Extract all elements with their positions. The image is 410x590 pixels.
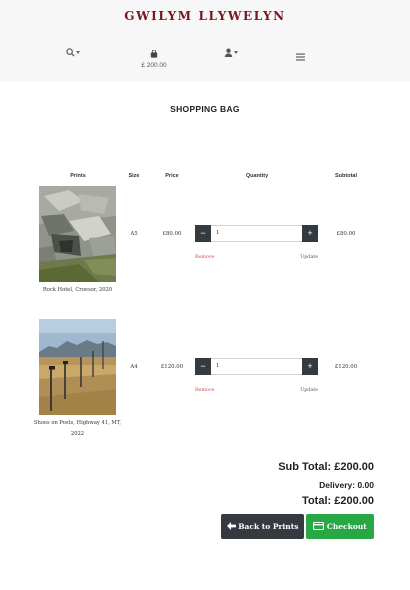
sub-total: Sub Total: £200.00 — [278, 461, 374, 473]
increment-button[interactable]: + — [302, 358, 318, 375]
delivery-cost: Delivery: 0.00 — [319, 480, 374, 490]
column-header-price: Price — [165, 173, 179, 179]
update-link[interactable]: Update — [288, 255, 318, 260]
remove-link[interactable]: Remove — [195, 388, 214, 393]
grand-total: Total: £200.00 — [302, 495, 374, 507]
page-title: SHOPPING BAG — [170, 104, 240, 114]
product-subtotal: £120.00 — [334, 364, 358, 370]
column-header-prints: Prints — [70, 173, 86, 179]
product-size: A4 — [130, 364, 138, 370]
product-size: A5 — [130, 231, 138, 237]
column-header-subtotal: Subtotal — [335, 173, 357, 179]
table-row: Rock Hotel, Croesor, 2020 A5 £80.00 − 1 … — [0, 186, 410, 316]
decrement-button[interactable]: − — [195, 225, 211, 242]
back-to-prints-label: Back to Prints — [238, 522, 299, 531]
shopping-bag-link[interactable]: £ 200.00 — [128, 49, 180, 69]
update-link[interactable]: Update — [288, 388, 318, 393]
quantity-input[interactable]: 1 — [211, 225, 302, 242]
hamburger-icon — [296, 53, 305, 61]
quantity-stepper: − 1 + — [195, 358, 318, 375]
product-price: £80.00 — [162, 231, 182, 237]
site-header: GWILYM LLYWELYN £ 200.00 — [0, 0, 410, 82]
remove-link[interactable]: Remove — [195, 255, 214, 260]
decrement-button[interactable]: − — [195, 358, 211, 375]
arrow-left-icon — [226, 522, 236, 530]
product-subtotal: £80.00 — [336, 231, 356, 237]
shopping-bag-icon — [150, 49, 158, 58]
minus-icon: − — [200, 228, 206, 238]
column-header-quantity: Quantity — [245, 173, 269, 179]
increment-button[interactable]: + — [302, 225, 318, 242]
account-dropdown[interactable] — [224, 48, 238, 58]
product-title[interactable]: Shoes on Posts, Highway 41, MT, 2022 — [30, 418, 125, 440]
plus-icon: + — [307, 361, 313, 371]
product-title[interactable]: Rock Hotel, Croesor, 2020 — [30, 285, 125, 296]
product-price: £120.00 — [160, 364, 184, 370]
product-image[interactable] — [39, 319, 116, 415]
search-dropdown[interactable] — [66, 48, 80, 58]
column-header-size: Size — [128, 173, 140, 179]
search-icon — [66, 48, 75, 57]
bag-total: £ 200.00 — [141, 62, 167, 69]
minus-icon: − — [200, 361, 206, 371]
checkout-label: Checkout — [326, 522, 367, 531]
quantity-input[interactable]: 1 — [211, 358, 302, 375]
menu-toggle[interactable] — [296, 53, 305, 63]
back-to-prints-button[interactable]: Back to Prints — [221, 514, 304, 539]
chevron-down-icon — [76, 51, 80, 54]
table-row: Shoes on Posts, Highway 41, MT, 2022 A4 … — [0, 319, 410, 449]
quantity-stepper: − 1 + — [195, 225, 318, 242]
credit-card-icon — [313, 522, 325, 530]
checkout-button[interactable]: Checkout — [306, 514, 374, 539]
site-logo[interactable]: GWILYM LLYWELYN — [0, 9, 410, 23]
product-image[interactable] — [39, 186, 116, 282]
chevron-down-icon — [234, 51, 238, 54]
user-icon — [224, 48, 233, 57]
plus-icon: + — [307, 228, 313, 238]
